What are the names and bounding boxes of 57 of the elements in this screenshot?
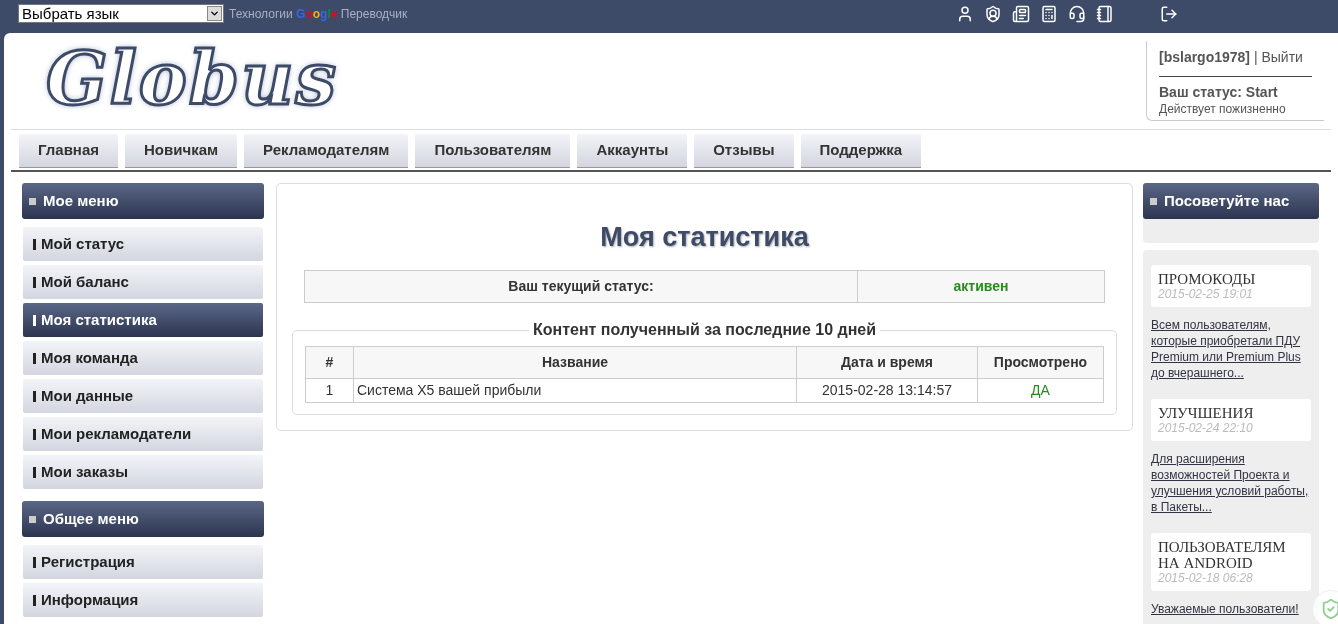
news-link[interactable]: Для расширения возможностей Проекта и улучшения условий работы, в Пакеты... xyxy=(1151,451,1311,515)
headset-icon[interactable] xyxy=(1068,5,1086,23)
menu-item[interactable]: Моя команда xyxy=(23,341,263,375)
nav-tab[interactable]: Рекламодателям xyxy=(244,134,409,168)
user-icon[interactable] xyxy=(956,5,974,23)
news-date: 2015-02-18 06:28 xyxy=(1158,571,1254,585)
news-title: ПОЛЬЗОВАТЕЛЯМ НА ANDROID xyxy=(1158,539,1287,571)
news-title: ПРОМОКОДЫ xyxy=(1158,271,1257,287)
caret-icon xyxy=(209,8,220,19)
status-text: Ваш статус: Start xyxy=(1159,84,1279,102)
nav-tab[interactable]: Пользователям xyxy=(415,134,571,168)
menu-item[interactable]: Моя статистика xyxy=(23,303,263,337)
table-cell: 1 xyxy=(305,378,354,402)
table-cell: Ваш текущий статус: xyxy=(305,270,858,302)
menu-item[interactable]: Мой статус xyxy=(23,227,263,261)
column-header: Просмотрено xyxy=(977,346,1104,378)
nav-tab[interactable]: Отзывы xyxy=(694,134,794,168)
menu-item[interactable]: Мои данные xyxy=(23,379,263,413)
calculator-icon[interactable] xyxy=(1040,5,1058,23)
logout-icon[interactable] xyxy=(1160,5,1178,23)
menu-header: Общее меню xyxy=(22,501,264,537)
validity-text: Действует пожизненно xyxy=(1159,101,1287,117)
menu-item[interactable]: Мой баланс xyxy=(23,265,263,299)
menu-item[interactable]: Мои заказы xyxy=(23,455,263,489)
menu-item[interactable]: Регистрация xyxy=(23,545,263,579)
section-legend: Контент полученный за последние 10 дней xyxy=(528,320,881,339)
column-header: Название xyxy=(353,346,797,378)
news-date: 2015-02-25 19:01 xyxy=(1158,287,1254,301)
shield-check-icon xyxy=(1320,598,1338,620)
logo[interactable]: Globus xyxy=(46,43,339,129)
panel-header: Посоветуйте нас xyxy=(1143,183,1319,219)
logout-link[interactable]: Выйти xyxy=(1261,49,1303,65)
notebook-icon[interactable] xyxy=(1096,5,1114,23)
news-title: УЛУЧШЕНИЯ xyxy=(1158,405,1255,421)
table-cell: ДА xyxy=(977,378,1104,402)
menu-item[interactable]: Информация xyxy=(23,583,263,617)
news-date: 2015-02-24 22:10 xyxy=(1158,421,1254,435)
menu-item[interactable]: Мои рекламодатели xyxy=(23,417,263,451)
page-title: Моя статистика xyxy=(599,221,810,254)
news-link[interactable]: Всем пользователям, которые приобретали ПДУ Premium или Premium Plus до вчерашнего... xyxy=(1151,317,1311,381)
table-cell: 2015-02-28 13:14:57 xyxy=(796,378,978,402)
translate-credit: Технологии Google Переводчик xyxy=(229,6,408,23)
separator: | xyxy=(1252,49,1259,65)
nav-tab[interactable]: Аккаунты xyxy=(577,134,688,168)
nav-tab[interactable]: Главная xyxy=(19,134,118,168)
shield-user-icon[interactable] xyxy=(984,5,1002,23)
column-header: # xyxy=(305,346,354,378)
nav-tab[interactable]: Поддержка xyxy=(800,134,922,168)
news-link[interactable]: Уважаемые пользователи! xyxy=(1151,601,1311,617)
username: [bslargo1978] xyxy=(1159,49,1251,65)
language-select[interactable]: Выбрать язык xyxy=(18,4,224,23)
menu-header: Мое меню xyxy=(22,183,264,219)
column-header: Дата и время xyxy=(796,346,978,378)
nav-tab[interactable]: Новичкам xyxy=(125,134,238,168)
newspaper-icon[interactable] xyxy=(1012,5,1030,23)
status-value: активен xyxy=(952,276,1010,296)
table-cell: Система X5 вашей прибыли xyxy=(353,378,797,402)
